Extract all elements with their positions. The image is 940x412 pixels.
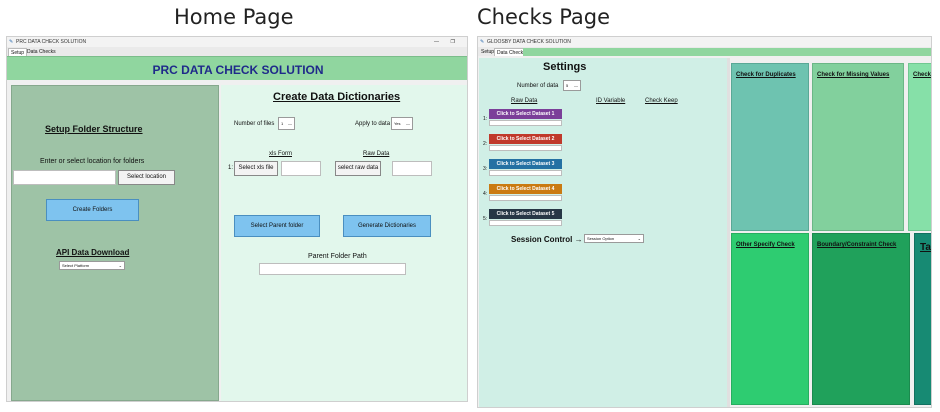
app-icon: ✎ bbox=[480, 39, 485, 45]
num-data-select[interactable]: 5 — bbox=[563, 80, 581, 91]
boundary-panel[interactable]: Boundary/Constraint Check bbox=[812, 233, 910, 405]
location-input[interactable] bbox=[13, 170, 116, 185]
missing-values-panel[interactable]: Check for Missing Values bbox=[812, 63, 904, 231]
apply-label: Apply to data bbox=[355, 121, 391, 127]
xls-path-input[interactable] bbox=[281, 161, 321, 176]
num-files-value: 1 bbox=[281, 121, 284, 126]
setup-folder-title: Setup Folder Structure bbox=[45, 124, 143, 134]
app-icon: ✎ bbox=[9, 39, 14, 45]
settings-title: Settings bbox=[543, 61, 587, 73]
check-panel-3[interactable]: Check bbox=[908, 63, 932, 231]
select-dataset-3-button[interactable]: Click to Select Dataset 3 bbox=[489, 159, 562, 169]
banner-title: PRC DATA CHECK SOLUTION bbox=[152, 63, 324, 77]
num-data-label: Number of data bbox=[517, 83, 559, 89]
dataset-3-num: 3: bbox=[483, 166, 488, 172]
missing-values-title: Check for Missing Values bbox=[817, 72, 890, 78]
select-xls-button[interactable]: Select xls file bbox=[234, 161, 278, 176]
parent-path-input[interactable] bbox=[259, 263, 406, 275]
dictionary-title: Create Data Dictionaries bbox=[273, 91, 401, 103]
select-dataset-5-button[interactable]: Click to Select Dataset 5 bbox=[489, 209, 562, 219]
checks-window-title: GLOOSBY DATA CHECK SOLUTION bbox=[487, 39, 571, 45]
dataset-5-num: 5: bbox=[483, 216, 488, 222]
num-data-value: 5 bbox=[566, 83, 569, 88]
minimize-icon[interactable]: — bbox=[434, 39, 439, 45]
dataset-3-field[interactable] bbox=[489, 170, 562, 176]
check-panel-6-title: Ta bbox=[920, 242, 931, 253]
dataset-2-field[interactable] bbox=[489, 145, 562, 151]
num-files-label: Number of files bbox=[234, 121, 275, 127]
apply-value: Yes bbox=[394, 121, 401, 126]
checks-page-caption: Checks Page bbox=[477, 5, 611, 29]
location-prompt: Enter or select location for folders bbox=[40, 158, 145, 165]
select-dataset-1-button[interactable]: Click to Select Dataset 1 bbox=[489, 109, 562, 119]
restore-icon[interactable]: ❐ bbox=[451, 39, 455, 45]
setup-panel: Setup Folder Structure Enter or select l… bbox=[11, 85, 219, 401]
col-check-keep: Check Keep bbox=[645, 98, 678, 104]
menu-arrow-icon: — bbox=[406, 121, 410, 126]
select-dataset-2-button[interactable]: Click to Select Dataset 2 bbox=[489, 134, 562, 144]
duplicates-title: Check for Duplicates bbox=[736, 72, 796, 78]
home-window: ✎ PRC DATA CHECK SOLUTION — ❐ Setup Data… bbox=[6, 36, 468, 402]
raw-path-input[interactable] bbox=[392, 161, 432, 176]
raw-data-header: Raw Data bbox=[363, 151, 390, 157]
panel-divider bbox=[727, 58, 730, 407]
home-window-title: PRC DATA CHECK SOLUTION bbox=[16, 39, 87, 45]
generate-dictionaries-button[interactable]: Generate Dictionaries bbox=[343, 215, 431, 237]
dataset-1-num: 1: bbox=[483, 116, 488, 122]
select-dataset-4-button[interactable]: Click to Select Dataset 4 bbox=[489, 184, 562, 194]
settings-panel: Settings Number of data 5 — Raw Data ID … bbox=[479, 58, 727, 407]
checks-titlebar: ✎ GLOOSBY DATA CHECK SOLUTION bbox=[478, 37, 931, 47]
session-option-select[interactable]: Session Option ⌄ bbox=[584, 234, 644, 243]
row-number: 1: bbox=[228, 165, 234, 171]
home-titlebar: ✎ PRC DATA CHECK SOLUTION — ❐ bbox=[7, 37, 467, 47]
select-raw-button[interactable]: select raw data bbox=[335, 161, 381, 176]
other-specify-panel[interactable]: Other Specify Check bbox=[731, 233, 809, 405]
checks-window: ✎ GLOOSBY DATA CHECK SOLUTION Setup Data… bbox=[477, 36, 932, 408]
dictionary-panel: Create Data Dictionaries Number of files… bbox=[221, 85, 467, 401]
menu-arrow-icon: — bbox=[288, 121, 292, 126]
dataset-5-field[interactable] bbox=[489, 220, 562, 226]
col-raw-data: Raw Data bbox=[511, 98, 538, 104]
tab-strip-fill bbox=[523, 48, 931, 56]
chevron-down-icon: ⌄ bbox=[118, 263, 122, 268]
check-panel-3-title: Check bbox=[913, 72, 932, 78]
dataset-4-num: 4: bbox=[483, 191, 488, 197]
dataset-4-field[interactable] bbox=[489, 195, 562, 201]
home-tabbar: Setup Data Checks bbox=[7, 47, 467, 56]
create-folders-button[interactable]: Create Folders bbox=[46, 199, 139, 221]
tab-data-checks[interactable]: Data Checks bbox=[25, 48, 58, 56]
menu-arrow-icon: — bbox=[574, 83, 578, 88]
platform-select[interactable]: Select Platform ⌄ bbox=[59, 261, 125, 270]
home-page-caption: Home Page bbox=[174, 5, 294, 29]
apply-select[interactable]: Yes — bbox=[391, 117, 413, 130]
other-specify-title: Other Specify Check bbox=[736, 242, 795, 248]
select-parent-button[interactable]: Select Parent folder bbox=[234, 215, 320, 237]
duplicates-panel[interactable]: Check for Duplicates bbox=[731, 63, 809, 231]
dataset-1-field[interactable] bbox=[489, 120, 562, 126]
chevron-down-icon: ⌄ bbox=[637, 236, 641, 241]
parent-path-label: Parent Folder Path bbox=[308, 253, 367, 260]
num-files-select[interactable]: 1 — bbox=[278, 117, 295, 130]
api-download-title: API Data Download bbox=[56, 248, 130, 257]
check-panel-6[interactable]: Ta bbox=[914, 233, 931, 405]
home-banner: PRC DATA CHECK SOLUTION bbox=[7, 56, 467, 80]
col-id-variable: ID Variable bbox=[596, 98, 626, 104]
boundary-title: Boundary/Constraint Check bbox=[817, 242, 897, 248]
checks-tabbar: Setup Data Checks bbox=[478, 47, 931, 56]
session-control-label: Session Control → bbox=[511, 235, 583, 244]
select-location-button[interactable]: Select location bbox=[118, 170, 175, 185]
dataset-2-num: 2: bbox=[483, 141, 488, 147]
xls-form-header: xls Form bbox=[269, 151, 292, 157]
platform-select-label: Select Platform bbox=[62, 263, 90, 268]
session-option-label: Session Option bbox=[587, 236, 615, 241]
